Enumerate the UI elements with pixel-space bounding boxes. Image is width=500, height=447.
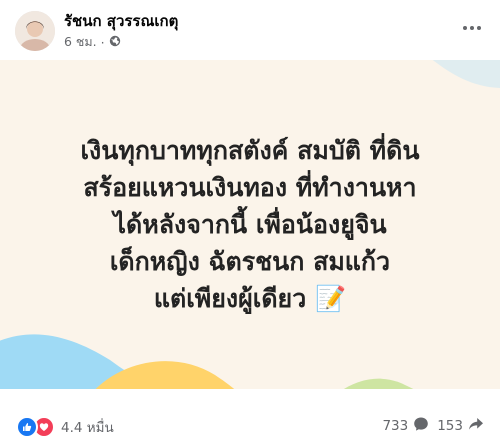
- post-text-last-line: แต่เพียงผู้เดียว: [153, 284, 307, 313]
- author-name[interactable]: รัชนก สุวรรณเกตุ: [64, 9, 178, 33]
- post-text-line: เงินทุกบาททุกสตังค์ สมบัติ ที่ดิน: [80, 136, 420, 165]
- post-text-line: ได้หลังจากนี้ เพื่อน้องยูจิน: [113, 210, 387, 239]
- engagement-stats: 733 153: [382, 416, 484, 436]
- post-text-line: สร้อยแหวนเงินทอง ที่ทำงานหา: [83, 173, 417, 202]
- comment-icon: [413, 416, 429, 436]
- more-horizontal-icon: [463, 26, 467, 30]
- more-dot: [477, 26, 481, 30]
- decor-blob-top-right: [432, 60, 500, 89]
- post-meta: 6 ชม. ·: [64, 32, 121, 52]
- reactions-count: 4.4 หมื่น: [61, 420, 114, 436]
- shares-count: 153: [437, 418, 463, 434]
- share-icon: [468, 416, 484, 436]
- more-dot: [470, 26, 474, 30]
- post-footer: 4.4 หมื่น 733 153: [0, 395, 500, 447]
- shares-stat[interactable]: 153: [437, 416, 484, 436]
- globe-icon: [109, 35, 121, 50]
- memo-emoji: 📝: [314, 284, 347, 313]
- comments-stat[interactable]: 733: [382, 416, 429, 436]
- post-time[interactable]: 6 ชม.: [64, 32, 97, 52]
- post-header: รัชนก สุวรรณเกตุ 6 ชม. ·: [0, 0, 500, 60]
- decor-blob-bottom-green: [343, 378, 414, 389]
- author-avatar[interactable]: [15, 11, 55, 51]
- more-options-button[interactable]: [454, 10, 490, 46]
- post-background-card[interactable]: เงินทุกบาททุกสตังค์ สมบัติ ที่ดิน สร้อยแ…: [0, 60, 500, 389]
- post-text: เงินทุกบาททุกสตังค์ สมบัติ ที่ดิน สร้อยแ…: [0, 132, 500, 317]
- comments-count: 733: [382, 418, 409, 434]
- like-icon: [16, 416, 38, 438]
- post-text-line: เด็กหญิง ฉัตรชนก สมแก้ว: [109, 247, 391, 276]
- meta-separator: ·: [100, 34, 105, 50]
- post-text-line: แต่เพียงผู้เดียว 📝: [0, 280, 500, 317]
- reactions-summary[interactable]: 4.4 หมื่น: [16, 416, 114, 438]
